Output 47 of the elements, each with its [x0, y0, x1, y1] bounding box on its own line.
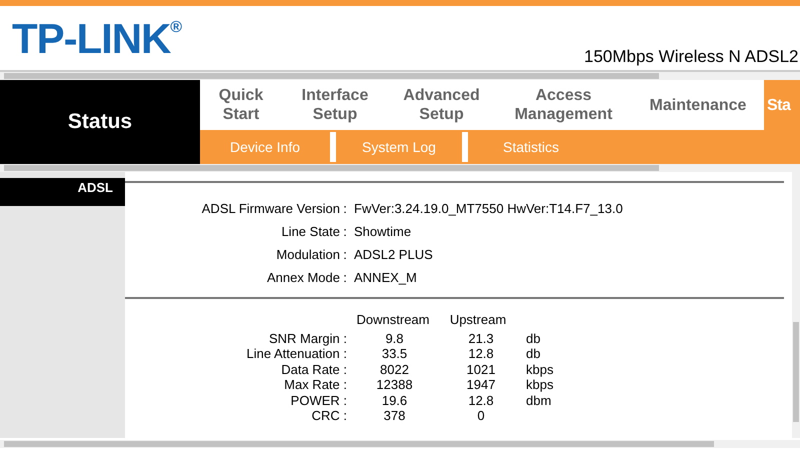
scrollbar[interactable]: [792, 172, 800, 438]
row-label: CRC :: [312, 408, 347, 424]
table-cell: 0: [477, 408, 485, 424]
row-label: Data Rate :: [281, 362, 347, 377]
logo: TP-LINK$^{®}$: [12, 18, 182, 60]
field-value: ADSL2 PLUS: [353, 246, 433, 264]
colon: :: [343, 201, 347, 216]
field-value: Showtime: [353, 223, 412, 241]
table-cell: 1947: [466, 377, 496, 392]
column-header: Upstream: [450, 312, 506, 327]
tab-separator: [330, 132, 336, 162]
field-value: ANNEX_M: [353, 269, 417, 287]
column-header: Downstream: [356, 312, 430, 327]
table-cell: 19.6: [382, 392, 408, 408]
row-label: SNR Margin :: [268, 331, 347, 346]
unit-label: kbps: [526, 362, 554, 377]
table-cell: 12.8: [468, 392, 494, 408]
table-cell: 9.8: [385, 331, 404, 346]
unit-label: kbps: [526, 377, 554, 392]
row-label: Max Rate :: [284, 377, 347, 392]
field-value: FwVer:3.24.19.0_MT7550 HwVer:T14.F7_13.0: [353, 200, 623, 218]
table-cell: 1021: [466, 362, 496, 377]
model-name: 150Mbps Wireless N ADSL2: [584, 46, 798, 68]
scrollbar[interactable]: [0, 164, 800, 172]
tab-separator: [462, 132, 468, 162]
sidebar-heading: ADSL: [0, 178, 125, 206]
table-cell: 12.8: [468, 346, 494, 362]
table-cell: 12388: [376, 377, 413, 392]
row-label: POWER :: [290, 392, 347, 408]
table-cell: 8022: [380, 362, 409, 377]
unit-label: db: [526, 331, 540, 346]
scrollbar[interactable]: [0, 440, 800, 448]
section-title: Status: [0, 80, 200, 164]
unit-label: db: [526, 346, 540, 362]
scrollbar[interactable]: [0, 72, 800, 80]
field-label: Line State: [280, 223, 340, 241]
row-label: Line Attenuation :: [246, 346, 347, 362]
colon: :: [343, 247, 347, 262]
field-label: Annex Mode: [266, 269, 340, 287]
colon: :: [343, 270, 347, 285]
colon: :: [343, 224, 347, 239]
table-cell: 33.5: [382, 346, 408, 362]
unit-label: dbm: [526, 392, 552, 408]
table-cell: 378: [384, 408, 406, 424]
table-cell: 21.3: [468, 331, 494, 346]
field-label: Modulation: [275, 246, 340, 264]
field-label: ADSL Firmware Version: [200, 200, 340, 218]
